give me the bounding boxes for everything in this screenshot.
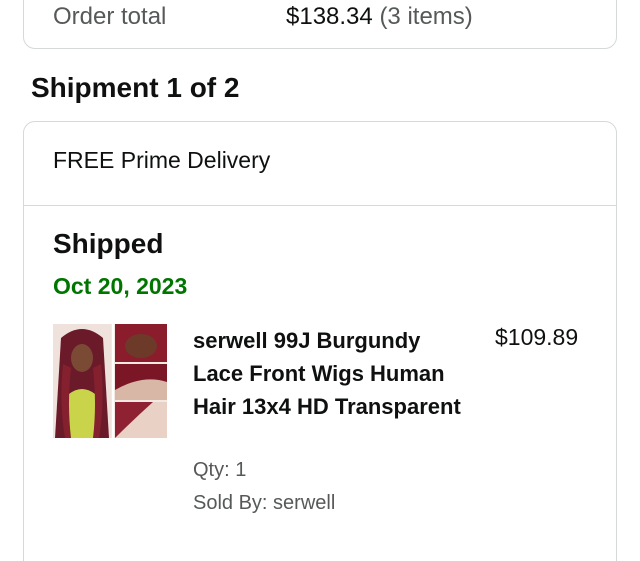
product-thumbnail[interactable] <box>53 324 167 438</box>
order-summary-card: Order total $138.34 (3 items) <box>23 0 617 49</box>
product-price: $109.89 <box>495 324 579 350</box>
shipment-date: Oct 20, 2023 <box>53 273 188 299</box>
delivery-type: FREE Prime Delivery <box>53 147 271 173</box>
shipment-heading: Shipment 1 of 2 <box>31 72 240 103</box>
order-items-count: (3 items) <box>379 3 473 30</box>
order-details-page: Order total $138.34 (3 items) Shipment 1… <box>0 0 640 561</box>
order-total-amount: $138.34 <box>286 3 373 30</box>
delivery-header: FREE Prime Delivery <box>24 122 616 206</box>
order-total-row: Order total $138.34 (3 items) <box>53 3 596 33</box>
shipment-status: Shipped <box>53 228 164 259</box>
order-total-label: Order total <box>53 3 167 30</box>
product-quantity: Qty: 1 <box>193 459 247 481</box>
shipment-card: FREE Prime Delivery Shipped Oct 20, 2023 <box>23 121 617 561</box>
product-image-icon <box>53 324 167 438</box>
product-title-link[interactable]: serwell 99J Burgundy Lace Front Wigs Hum… <box>193 324 463 423</box>
product-seller: Sold By: serwell <box>193 492 336 514</box>
order-total-value: $138.34 (3 items) <box>286 3 473 31</box>
